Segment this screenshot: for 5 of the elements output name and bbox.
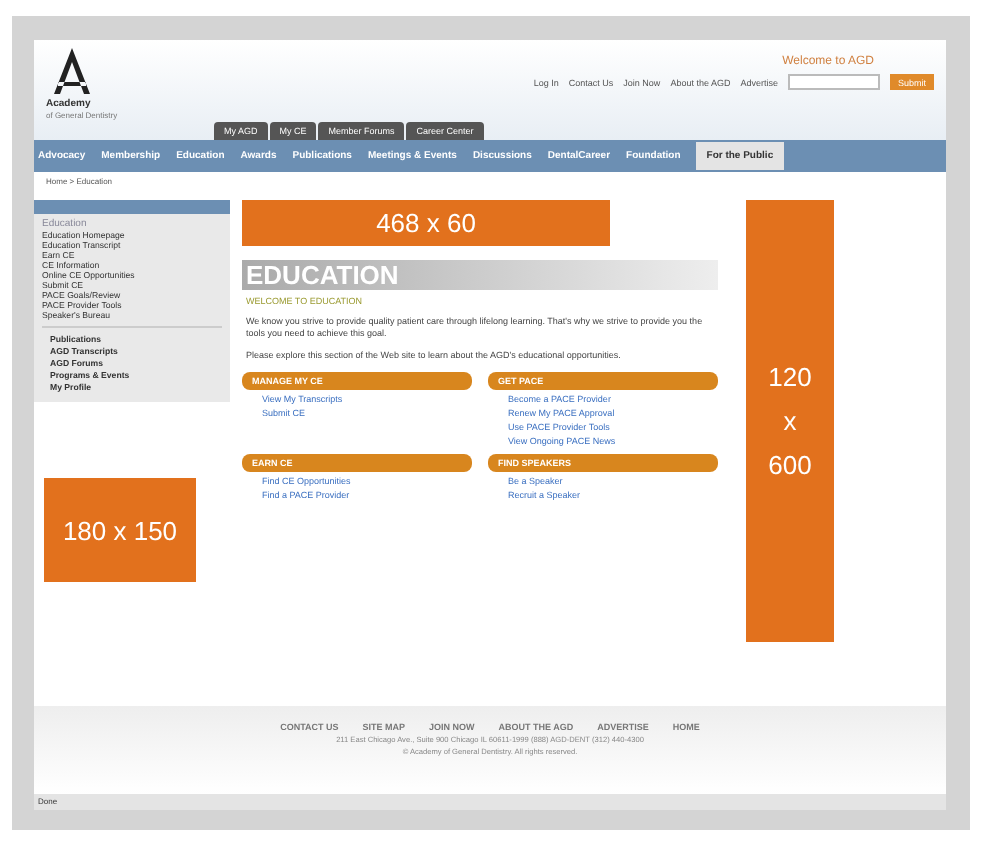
page-title: EDUCATION — [242, 260, 718, 290]
ad-size-label: 120 x 600 — [768, 359, 812, 483]
ad-size-label: 180 x 150 — [62, 515, 178, 545]
search-field[interactable] — [787, 74, 880, 90]
ad-size-label: 468 x 60 — [376, 208, 476, 238]
